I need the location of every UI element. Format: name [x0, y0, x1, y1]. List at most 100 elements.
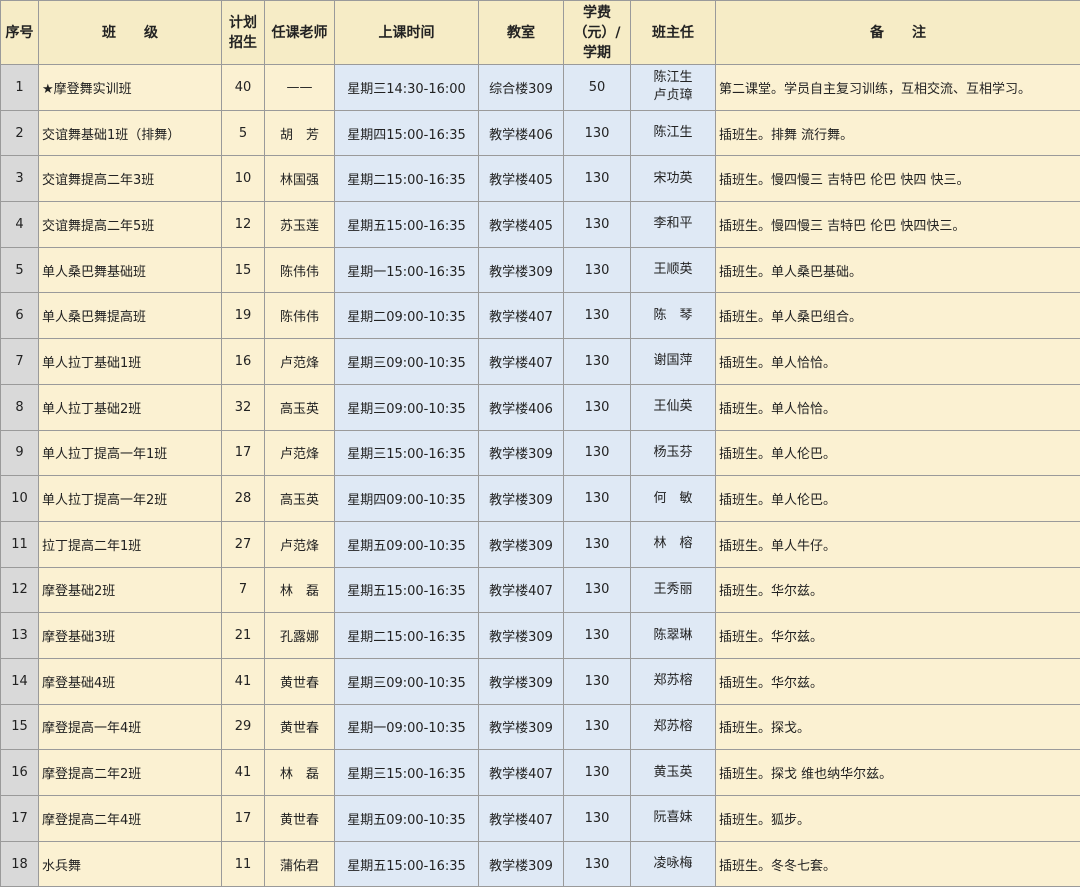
header-fee: 学费（元）/学期	[563, 0, 631, 65]
cell-room: 教学楼405	[478, 201, 564, 248]
table-body: 1 ★摩登舞实训班 40 —— 星期三14:30-16:00 综合楼309 50 陈江生 卢贞璋…	[0, 64, 1080, 888]
table-row: 13 摩登基础3班 21 孔露娜 星期二15:00-16:35 教学楼309 130 陈翠琳插…	[0, 612, 1080, 659]
cell-class: 摩登提高一年4班	[38, 703, 222, 751]
cell-time: 星期五15:00-16:35	[334, 840, 479, 888]
cell-enroll: 11	[221, 840, 265, 888]
cell-room: 教学楼309	[478, 246, 564, 294]
cell-fee: 130	[563, 109, 631, 157]
table-row: 17 摩登提高二年4班 17 黄世春 星期五09:00-10:35 教学楼407 130 阮喜…	[0, 795, 1080, 842]
cell-index: 7	[0, 338, 39, 385]
cell-enroll: 27	[221, 520, 265, 568]
cell-manager: 凌咏梅	[630, 840, 716, 888]
cell-class: 摩登基础4班	[38, 657, 222, 705]
cell-manager: 陈翠琳	[630, 612, 716, 659]
cell-manager: 阮喜妹	[630, 795, 716, 842]
cell-teacher: 苏玉莲	[264, 201, 335, 248]
cell-teacher: 蒲佑君	[264, 840, 335, 888]
cell-index: 17	[0, 795, 39, 842]
cell-index: 15	[0, 703, 39, 751]
cell-class: 水兵舞	[38, 840, 222, 888]
cell-teacher: 高玉英	[264, 383, 335, 431]
cell-time: 星期一15:00-16:35	[334, 246, 479, 294]
cell-note: 插班生。狐步。	[715, 795, 1080, 842]
cell-manager: 王秀丽	[630, 566, 716, 614]
cell-index: 3	[0, 155, 39, 203]
cell-index: 8	[0, 383, 39, 431]
cell-class: 单人桑巴舞基础班	[38, 246, 222, 294]
cell-fee: 50	[563, 64, 631, 111]
cell-room: 教学楼309	[478, 612, 564, 659]
cell-room: 教学楼407	[478, 749, 564, 796]
cell-teacher: 林国强	[264, 155, 335, 203]
cell-manager: 李和平	[630, 201, 716, 248]
cell-teacher: 卢范烽	[264, 520, 335, 568]
cell-index: 6	[0, 292, 39, 340]
cell-class: 摩登基础3班	[38, 612, 222, 659]
cell-room: 教学楼407	[478, 338, 564, 385]
cell-time: 星期五09:00-10:35	[334, 520, 479, 568]
cell-time: 星期三14:30-16:00	[334, 64, 479, 111]
header-room: 教室	[478, 0, 564, 65]
cell-fee: 130	[563, 657, 631, 705]
cell-index: 1	[0, 64, 39, 111]
cell-class: 交谊舞提高二年5班	[38, 201, 222, 248]
header-index: 序号	[0, 0, 39, 65]
cell-time: 星期五15:00-16:35	[334, 566, 479, 614]
cell-enroll: 7	[221, 566, 265, 614]
cell-room: 教学楼407	[478, 292, 564, 340]
table-row: 5 单人桑巴舞基础班 15 陈伟伟 星期一15:00-16:35 教学楼309 130 王顺英…	[0, 246, 1080, 294]
cell-teacher: 黄世春	[264, 657, 335, 705]
cell-teacher: 胡 芳	[264, 109, 335, 157]
cell-manager: 王顺英	[630, 246, 716, 294]
cell-room: 教学楼309	[478, 520, 564, 568]
cell-fee: 130	[563, 795, 631, 842]
cell-teacher: 黄世春	[264, 795, 335, 842]
cell-teacher: 陈伟伟	[264, 292, 335, 340]
cell-index: 9	[0, 429, 39, 477]
cell-enroll: 19	[221, 292, 265, 340]
cell-fee: 130	[563, 201, 631, 248]
cell-note: 插班生。单人桑巴基础。	[715, 246, 1080, 294]
cell-manager: 郑苏榕	[630, 703, 716, 751]
cell-note: 插班生。华尔兹。	[715, 566, 1080, 614]
cell-enroll: 29	[221, 703, 265, 751]
cell-fee: 130	[563, 338, 631, 385]
cell-time: 星期四15:00-16:35	[334, 109, 479, 157]
cell-enroll: 17	[221, 795, 265, 842]
cell-class: 摩登提高二年2班	[38, 749, 222, 796]
cell-enroll: 28	[221, 475, 265, 522]
cell-teacher: 卢范烽	[264, 338, 335, 385]
cell-class: 单人拉丁提高一年1班	[38, 429, 222, 477]
cell-note: 插班生。单人伦巴。	[715, 475, 1080, 522]
cell-room: 教学楼407	[478, 566, 564, 614]
cell-teacher: 高玉英	[264, 475, 335, 522]
table-row: 1 ★摩登舞实训班 40 —— 星期三14:30-16:00 综合楼309 50 陈江生 卢贞璋…	[0, 64, 1080, 111]
table-row: 6 单人桑巴舞提高班 19 陈伟伟 星期二09:00-10:35 教学楼407 130 陈 琴…	[0, 292, 1080, 340]
cell-class: 单人拉丁提高一年2班	[38, 475, 222, 522]
cell-manager: 王仙英	[630, 383, 716, 431]
cell-enroll: 17	[221, 429, 265, 477]
cell-manager: 陈江生	[630, 109, 716, 157]
cell-note: 插班生。探戈 维也纳华尔兹。	[715, 749, 1080, 796]
cell-manager: 杨玉芬	[630, 429, 716, 477]
cell-teacher: ——	[264, 64, 335, 111]
cell-note: 插班生。华尔兹。	[715, 612, 1080, 659]
table-row: 9 单人拉丁提高一年1班 17 卢范烽 星期三15:00-16:35 教学楼309 130 杨…	[0, 429, 1080, 477]
cell-room: 教学楼309	[478, 840, 564, 888]
cell-index: 4	[0, 201, 39, 248]
cell-manager: 黄玉英	[630, 749, 716, 796]
cell-class: 摩登提高二年4班	[38, 795, 222, 842]
manager-name-2: 卢贞璋	[653, 88, 693, 104]
cell-index: 11	[0, 520, 39, 568]
cell-class: 摩登基础2班	[38, 566, 222, 614]
cell-index: 5	[0, 246, 39, 294]
cell-time: 星期三09:00-10:35	[334, 657, 479, 705]
cell-time: 星期五15:00-16:35	[334, 201, 479, 248]
cell-enroll: 16	[221, 338, 265, 385]
cell-enroll: 5	[221, 109, 265, 157]
table-row: 3 交谊舞提高二年3班 10 林国强 星期二15:00-16:35 教学楼405 130 宋功…	[0, 155, 1080, 203]
cell-enroll: 40	[221, 64, 265, 111]
cell-manager: 陈 琴	[630, 292, 716, 340]
cell-time: 星期二15:00-16:35	[334, 612, 479, 659]
cell-class: 单人拉丁基础2班	[38, 383, 222, 431]
